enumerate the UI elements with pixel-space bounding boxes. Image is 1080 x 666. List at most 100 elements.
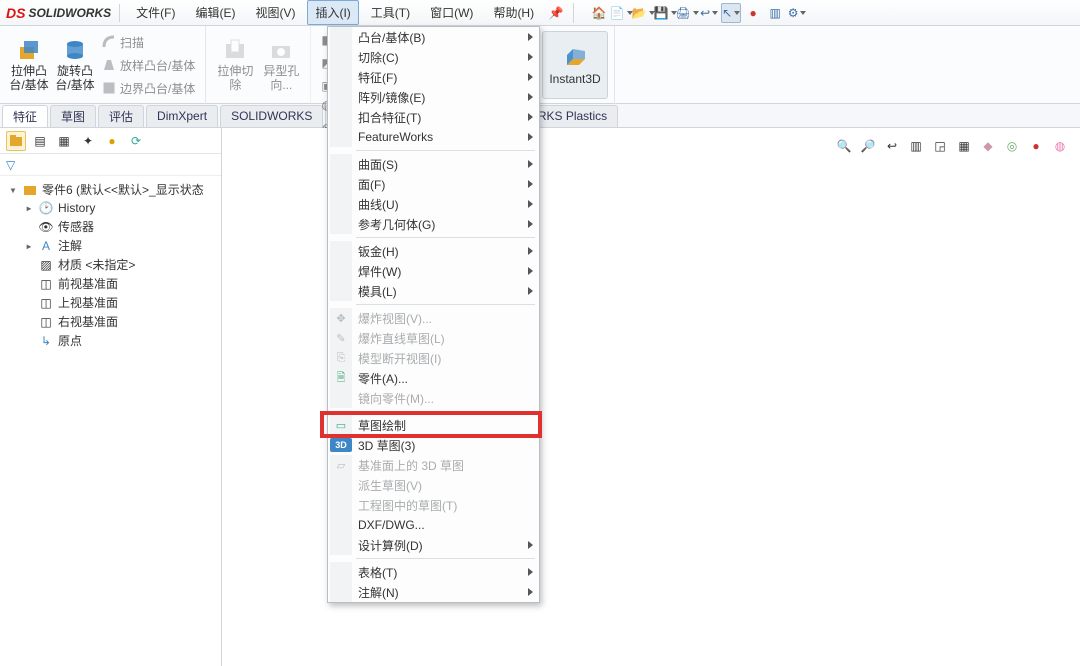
extruded-cut-button[interactable]: 拉伸切除 — [212, 31, 258, 99]
settings-icon[interactable]: ⚙ — [787, 3, 807, 23]
menu-item[interactable]: FeatureWorks — [328, 127, 539, 147]
prev-view-icon[interactable]: ↩ — [882, 136, 902, 156]
menu-item-label: 基准面上的 3D 草图 — [358, 457, 533, 474]
revolve-boss-button[interactable]: 旋转凸台/基体 — [52, 31, 98, 99]
menu-item[interactable]: 🗎零件(A)... — [328, 368, 539, 388]
menu-edit[interactable]: 编辑(E) — [187, 0, 243, 25]
menu-window[interactable]: 窗口(W) — [422, 0, 481, 25]
menu-item-label: 参考几何体(G) — [358, 216, 518, 233]
menu-item[interactable]: 曲线(U) — [328, 194, 539, 214]
tab-features[interactable]: 特征 — [2, 105, 48, 127]
menu-item-icon — [330, 562, 352, 582]
menu-item[interactable]: 特征(F) — [328, 67, 539, 87]
menu-tools[interactable]: 工具(T) — [363, 0, 418, 25]
render-icon[interactable]: ◍ — [1050, 136, 1070, 156]
tree-root[interactable]: ▾零件6 (默认<<默认>_显示状态 — [4, 180, 217, 199]
tab-evaluate[interactable]: 评估 — [98, 105, 144, 127]
logo-mark: DS — [6, 5, 25, 21]
hole-wizard-button[interactable]: 异型孔向... — [258, 31, 304, 99]
boundary-button[interactable]: 边界凸台/基体 — [98, 79, 199, 98]
menu-item[interactable]: 扣合特征(T) — [328, 107, 539, 127]
section-view-icon[interactable]: ▥ — [906, 136, 926, 156]
zoom-area-icon[interactable]: 🔎 — [858, 136, 878, 156]
menu-item[interactable]: 钣金(H) — [328, 241, 539, 261]
new-icon[interactable]: 📄 — [611, 3, 631, 23]
menu-item[interactable]: 参考几何体(G) — [328, 214, 539, 234]
pin-icon[interactable]: 📌 — [546, 3, 566, 23]
scene-icon[interactable]: ◎ — [1002, 136, 1022, 156]
appearance-icon[interactable]: ● — [1026, 136, 1046, 156]
menu-item-label: FeatureWorks — [358, 130, 518, 144]
insert-menu-dropdown: 凸台/基体(B)切除(C)特征(F) 阵列/镜像(E)扣合特征(T) Feature… — [327, 26, 540, 603]
menu-item-icon: ▱ — [330, 455, 352, 475]
undo-icon[interactable]: ↩ — [699, 3, 719, 23]
menu-item-icon — [330, 127, 352, 147]
appearance-tab-icon[interactable]: ● — [102, 131, 122, 151]
options-icon[interactable]: ▥ — [765, 3, 785, 23]
separator — [573, 3, 574, 23]
menu-item[interactable]: 注解(N) — [328, 582, 539, 602]
extrude-boss-button[interactable]: 拉伸凸台/基体 — [6, 31, 52, 99]
menu-file[interactable]: 文件(F) — [128, 0, 183, 25]
menu-item[interactable]: DXF/DWG... — [328, 515, 539, 535]
menu-help[interactable]: 帮助(H) — [485, 0, 542, 25]
menu-item[interactable]: ▭草图绘制 — [328, 415, 539, 435]
menu-item-label: 模型断开视图(I) — [358, 350, 533, 367]
instant3d-button[interactable]: Instant3D — [542, 31, 607, 99]
menu-separator — [356, 558, 535, 559]
dim-tab-icon[interactable]: ✦ — [78, 131, 98, 151]
tree-sensors[interactable]: 👁传感器 — [4, 217, 217, 236]
zoom-fit-icon[interactable]: 🔍 — [834, 136, 854, 156]
tree-top-plane[interactable]: ◫上视基准面 — [4, 293, 217, 312]
property-tab-icon[interactable]: ▤ — [30, 131, 50, 151]
menu-item-icon — [330, 261, 352, 281]
tree-material[interactable]: ▨材质 <未指定> — [4, 255, 217, 274]
print-icon[interactable]: 🖨 — [677, 3, 697, 23]
menu-item: ✥爆炸视图(V)... — [328, 308, 539, 328]
select-icon[interactable]: ↖ — [721, 3, 741, 23]
menu-item-label: 爆炸视图(V)... — [358, 310, 533, 327]
menu-item[interactable]: 面(F) — [328, 174, 539, 194]
menu-item[interactable]: 表格(T) — [328, 562, 539, 582]
loft-button[interactable]: 放样凸台/基体 — [98, 56, 199, 75]
tab-sketch[interactable]: 草图 — [50, 105, 96, 127]
display-style-icon[interactable]: ▦ — [954, 136, 974, 156]
sweep-button[interactable]: 扫描 — [98, 33, 199, 52]
tree-right-plane[interactable]: ◫右视基准面 — [4, 312, 217, 331]
menu-item[interactable]: 阵列/镜像(E) — [328, 87, 539, 107]
filter-icon: ▽ — [6, 158, 15, 172]
main-layout: ▤ ▦ ✦ ● ⟳ ▽ ▾零件6 (默认<<默认>_显示状态 ▸🕑History… — [0, 128, 1080, 666]
menu-item[interactable]: 设计算例(D) — [328, 535, 539, 555]
menu-bar: DS SOLIDWORKS 文件(F) 编辑(E) 视图(V) 插入(I) 工具… — [0, 0, 1080, 26]
tab-dimxpert[interactable]: DimXpert — [146, 105, 218, 127]
view-orient-icon[interactable]: ◲ — [930, 136, 950, 156]
tree-history[interactable]: ▸🕑History — [4, 199, 217, 217]
tab-solidworks-addins[interactable]: SOLIDWORKS — [220, 105, 323, 127]
menu-insert[interactable]: 插入(I) — [307, 0, 358, 25]
menu-item-icon — [330, 475, 352, 495]
tree-front-plane[interactable]: ◫前视基准面 — [4, 274, 217, 293]
hide-show-icon[interactable]: ◆ — [978, 136, 998, 156]
save-icon[interactable]: 💾 — [655, 3, 675, 23]
feature-tree-tab-icon[interactable] — [6, 131, 26, 151]
menu-item[interactable]: 模具(L) — [328, 281, 539, 301]
menu-separator — [356, 150, 535, 151]
menu-item-label: 阵列/镜像(E) — [358, 89, 518, 106]
home-icon[interactable]: 🏠 — [589, 3, 609, 23]
menu-item-label: 焊件(W) — [358, 263, 518, 280]
menu-item[interactable]: 凸台/基体(B) — [328, 27, 539, 47]
menu-item[interactable]: 切除(C) — [328, 47, 539, 67]
tree-annotations[interactable]: ▸A注解 — [4, 236, 217, 255]
menu-item[interactable]: 3D3D 草图(3) — [328, 435, 539, 455]
reload-tab-icon[interactable]: ⟳ — [126, 131, 146, 151]
open-icon[interactable]: 📂 — [633, 3, 653, 23]
label: 拉伸凸台/基体 — [8, 65, 50, 93]
config-tab-icon[interactable]: ▦ — [54, 131, 74, 151]
tree-filter-bar[interactable]: ▽ — [0, 154, 221, 176]
tree-origin[interactable]: ↳原点 — [4, 331, 217, 350]
menu-item[interactable]: 焊件(W) — [328, 261, 539, 281]
menu-item-label: 曲线(U) — [358, 196, 518, 213]
menu-item[interactable]: 曲面(S) — [328, 154, 539, 174]
rebuild-icon[interactable]: ● — [743, 3, 763, 23]
menu-view[interactable]: 视图(V) — [247, 0, 303, 25]
